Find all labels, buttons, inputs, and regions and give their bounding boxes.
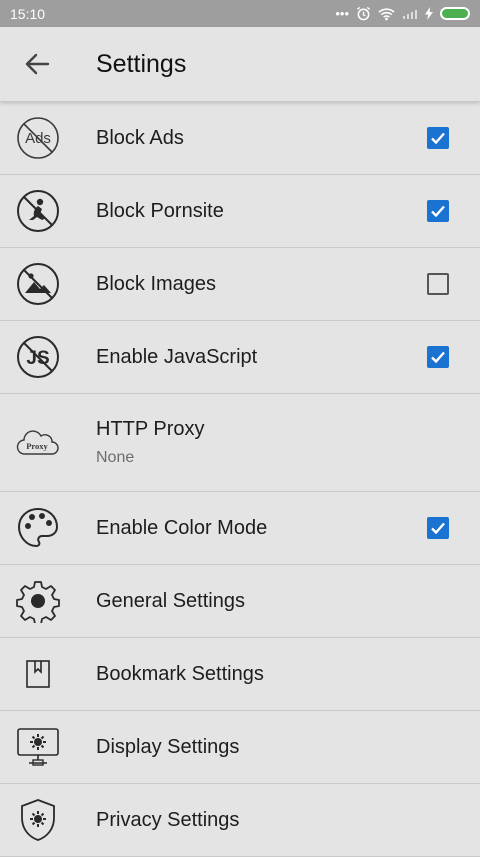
setting-enable-javascript[interactable]: JS Enable JavaScript <box>0 321 480 394</box>
setting-label: HTTP Proxy <box>96 418 205 440</box>
status-icons: ••• <box>335 6 470 21</box>
display-icon <box>17 728 59 766</box>
more-dots-icon: ••• <box>335 6 349 21</box>
setting-label: Privacy Settings <box>96 808 240 831</box>
page-title: Settings <box>96 49 187 78</box>
setting-label: Block Ads <box>96 126 184 149</box>
checkmark-icon <box>431 522 445 535</box>
setting-label: General Settings <box>96 589 245 612</box>
bookmark-icon <box>26 660 50 688</box>
charging-icon <box>425 7 433 20</box>
block-ads-icon: Ads <box>17 117 59 159</box>
checkmark-icon <box>431 205 445 218</box>
toolbar: Settings <box>0 27 480 102</box>
block-ads-checkbox[interactable] <box>427 127 449 149</box>
shield-icon <box>21 799 55 841</box>
checkmark-icon <box>431 132 445 145</box>
block-images-checkbox[interactable] <box>427 273 449 295</box>
block-pornsite-checkbox[interactable] <box>427 200 449 222</box>
alarm-icon <box>356 6 371 21</box>
back-button[interactable] <box>0 27 74 101</box>
palette-icon <box>17 507 59 548</box>
setting-http-proxy[interactable]: Proxy HTTP Proxy None <box>0 394 480 492</box>
setting-label: Enable Color Mode <box>96 516 268 539</box>
javascript-icon: JS <box>17 336 59 378</box>
battery-icon <box>440 7 470 20</box>
proxy-cloud-icon: Proxy <box>16 429 59 455</box>
enable-javascript-checkbox[interactable] <box>427 346 449 368</box>
setting-block-pornsite[interactable]: Block Pornsite <box>0 175 480 248</box>
signal-icon <box>403 9 417 19</box>
enable-color-mode-checkbox[interactable] <box>427 517 449 539</box>
checkmark-icon <box>431 351 445 364</box>
block-images-icon <box>17 263 59 305</box>
setting-block-ads[interactable]: Ads Block Ads <box>0 102 480 175</box>
setting-label: Block Pornsite <box>96 199 224 222</box>
gear-icon <box>16 581 60 623</box>
setting-enable-color-mode[interactable]: Enable Color Mode <box>0 492 480 565</box>
setting-general[interactable]: General Settings <box>0 565 480 638</box>
back-arrow-icon <box>25 53 50 75</box>
block-pornsite-icon <box>17 190 59 232</box>
svg-text:Proxy: Proxy <box>26 441 48 451</box>
setting-display[interactable]: Display Settings <box>0 711 480 784</box>
setting-summary: None <box>96 449 135 466</box>
status-time: 15:10 <box>10 5 46 22</box>
setting-label: Enable JavaScript <box>96 345 258 368</box>
setting-block-images[interactable]: Block Images <box>0 248 480 321</box>
setting-privacy[interactable]: Privacy Settings <box>0 784 480 857</box>
setting-label: Bookmark Settings <box>96 662 264 685</box>
wifi-icon <box>378 7 395 20</box>
setting-label: Display Settings <box>96 735 240 758</box>
setting-bookmark[interactable]: Bookmark Settings <box>0 638 480 711</box>
status-bar: 15:10 ••• <box>0 0 480 27</box>
setting-label: Block Images <box>96 272 217 295</box>
settings-list: Ads Block Ads Block Pornsite <box>0 102 480 857</box>
